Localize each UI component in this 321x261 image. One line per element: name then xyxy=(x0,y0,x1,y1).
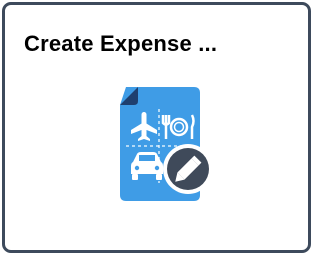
pencil-edit-icon xyxy=(163,144,213,194)
create-expense-tile[interactable]: Create Expense ... xyxy=(2,2,311,253)
expense-report-edit-icon xyxy=(120,87,213,201)
tile-title: Create Expense ... xyxy=(24,31,218,56)
